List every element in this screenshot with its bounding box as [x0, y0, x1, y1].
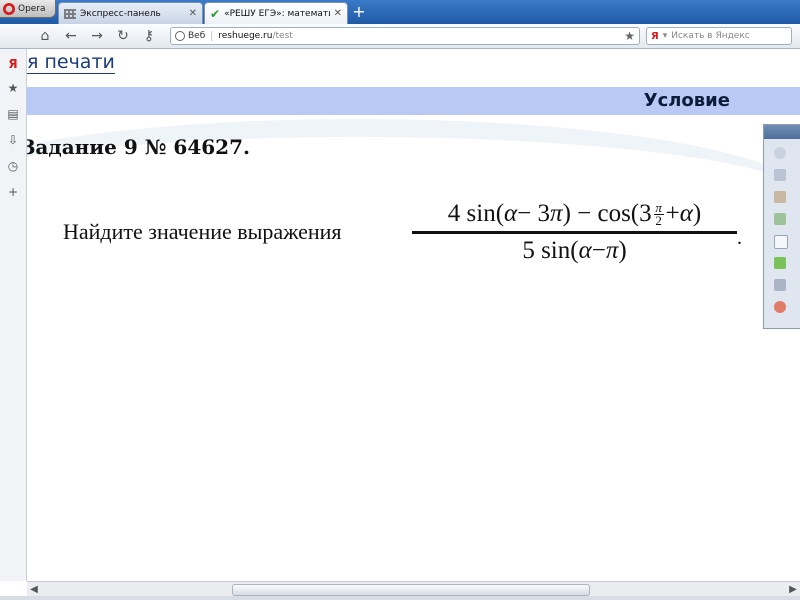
- expr-alpha: α: [679, 200, 693, 227]
- back-icon[interactable]: ←: [62, 27, 80, 45]
- save-icon[interactable]: [774, 279, 786, 291]
- url-path: /test: [272, 31, 293, 41]
- yandex-panel-icon[interactable]: Я: [0, 57, 26, 71]
- scroll-left-icon[interactable]: ◀: [27, 582, 41, 597]
- task-title: Задание 9 № 64627.: [27, 135, 250, 159]
- status-strip: [0, 596, 800, 600]
- expr-alpha: α: [504, 200, 518, 227]
- key-icon[interactable]: ⚷: [140, 27, 158, 45]
- image-icon[interactable]: [774, 213, 786, 225]
- expr-part: 4 sin(: [447, 200, 505, 227]
- bookmark-star-icon[interactable]: ★: [624, 29, 635, 43]
- expr-part: +: [665, 200, 680, 227]
- fraction-numerator: 4 sin(α − 3 π) − cos(3 π 2 + α): [412, 197, 737, 231]
- pen-icon[interactable]: [774, 191, 786, 203]
- search-field[interactable]: Я ▾ Искать в Яндекс: [646, 27, 792, 45]
- floating-toolbar: [763, 124, 800, 329]
- horizontal-scrollbar[interactable]: ◀ ▶: [27, 581, 800, 597]
- url-text: reshuege.ru/test: [218, 31, 618, 41]
- close-icon[interactable]: [774, 301, 786, 313]
- expr-part: ) − cos(3: [562, 200, 652, 227]
- expr-part: −: [591, 237, 606, 264]
- tab-bar: Opera Экспресс-панель ✕ ✔ «РЕШУ ЕГЭ»: ма…: [0, 0, 800, 24]
- url-host: reshuege.ru: [218, 31, 273, 41]
- add-panel-icon[interactable]: +: [0, 185, 26, 199]
- opera-menu-label: Opera: [18, 3, 46, 14]
- home-icon[interactable]: ⌂: [36, 27, 54, 45]
- expr-part: ): [692, 200, 702, 227]
- tab-express-panel[interactable]: Экспресс-панель ✕: [58, 2, 203, 24]
- tab-label: Экспресс-панель: [80, 8, 161, 19]
- new-tab-button[interactable]: +: [350, 3, 368, 21]
- small-frac-denominator: 2: [655, 212, 662, 228]
- expr-alpha: α: [578, 237, 592, 264]
- scroll-right-icon[interactable]: ▶: [786, 582, 800, 597]
- condition-header-bar: Условие: [27, 87, 800, 115]
- grid-icon: [64, 8, 76, 19]
- expr-small-fraction: π2: [653, 199, 664, 228]
- expr-part: ): [618, 237, 627, 264]
- toolbar-titlebar[interactable]: [764, 125, 800, 139]
- history-clock-icon[interactable]: ◷: [0, 159, 26, 173]
- condition-title: Условие: [643, 90, 730, 111]
- check-icon: ✔: [210, 6, 221, 21]
- globe-icon: [175, 31, 185, 41]
- notes-icon[interactable]: ▤: [0, 107, 26, 121]
- arrow-left-icon[interactable]: [774, 257, 786, 269]
- scrollbar-thumb[interactable]: [232, 584, 590, 596]
- expr-part: 5 sin(: [522, 237, 579, 264]
- math-expression: 4 sin(α − 3 π) − cos(3 π 2 + α) 5 sin(α − π…: [412, 197, 737, 268]
- yandex-icon: Я: [651, 30, 659, 42]
- chevron-down-icon[interactable]: ▾: [663, 31, 668, 41]
- forward-icon[interactable]: →: [88, 27, 106, 45]
- downloads-icon[interactable]: ⇩: [0, 133, 26, 147]
- side-panel: Я ★ ▤ ⇩ ◷ +: [0, 49, 27, 581]
- close-icon[interactable]: ✕: [334, 8, 342, 19]
- bookmarks-star-icon[interactable]: ★: [0, 81, 26, 95]
- tab-reshu-ege[interactable]: ✔ «РЕШУ ЕГЭ»: математи... ✕: [204, 2, 348, 24]
- page-icon[interactable]: [774, 235, 788, 249]
- task-prompt: Найдите значение выражения: [63, 219, 342, 244]
- url-field[interactable]: Веб reshuege.ru/test ★: [170, 27, 640, 45]
- veb-label: Веб: [188, 31, 206, 41]
- close-icon[interactable]: ✕: [189, 8, 197, 19]
- expr-pi: π: [550, 200, 563, 227]
- small-frac-numerator: π: [655, 199, 662, 215]
- zoom-out-icon[interactable]: [774, 147, 786, 159]
- expr-part: − 3: [517, 200, 551, 227]
- reload-icon[interactable]: ↻: [114, 27, 132, 45]
- opera-logo-icon: [3, 2, 15, 15]
- search-placeholder: Искать в Яндекс: [671, 31, 750, 41]
- page-content: я печати Условие Задание 9 № 64627. Найд…: [27, 49, 800, 581]
- tab-label: «РЕШУ ЕГЭ»: математи...: [224, 8, 330, 19]
- pointer-icon[interactable]: [774, 169, 786, 181]
- opera-menu-button[interactable]: Opera: [0, 0, 56, 18]
- fraction-denominator: 5 sin(α − π): [412, 234, 737, 268]
- address-bar: ⌂ ← → ↻ ⚷ Веб reshuege.ru/test ★ Я ▾ Иск…: [0, 24, 800, 49]
- expression-period: .: [737, 227, 742, 249]
- expr-pi: π: [605, 237, 619, 264]
- print-version-link[interactable]: я печати: [27, 51, 115, 74]
- veb-badge[interactable]: Веб: [175, 31, 213, 41]
